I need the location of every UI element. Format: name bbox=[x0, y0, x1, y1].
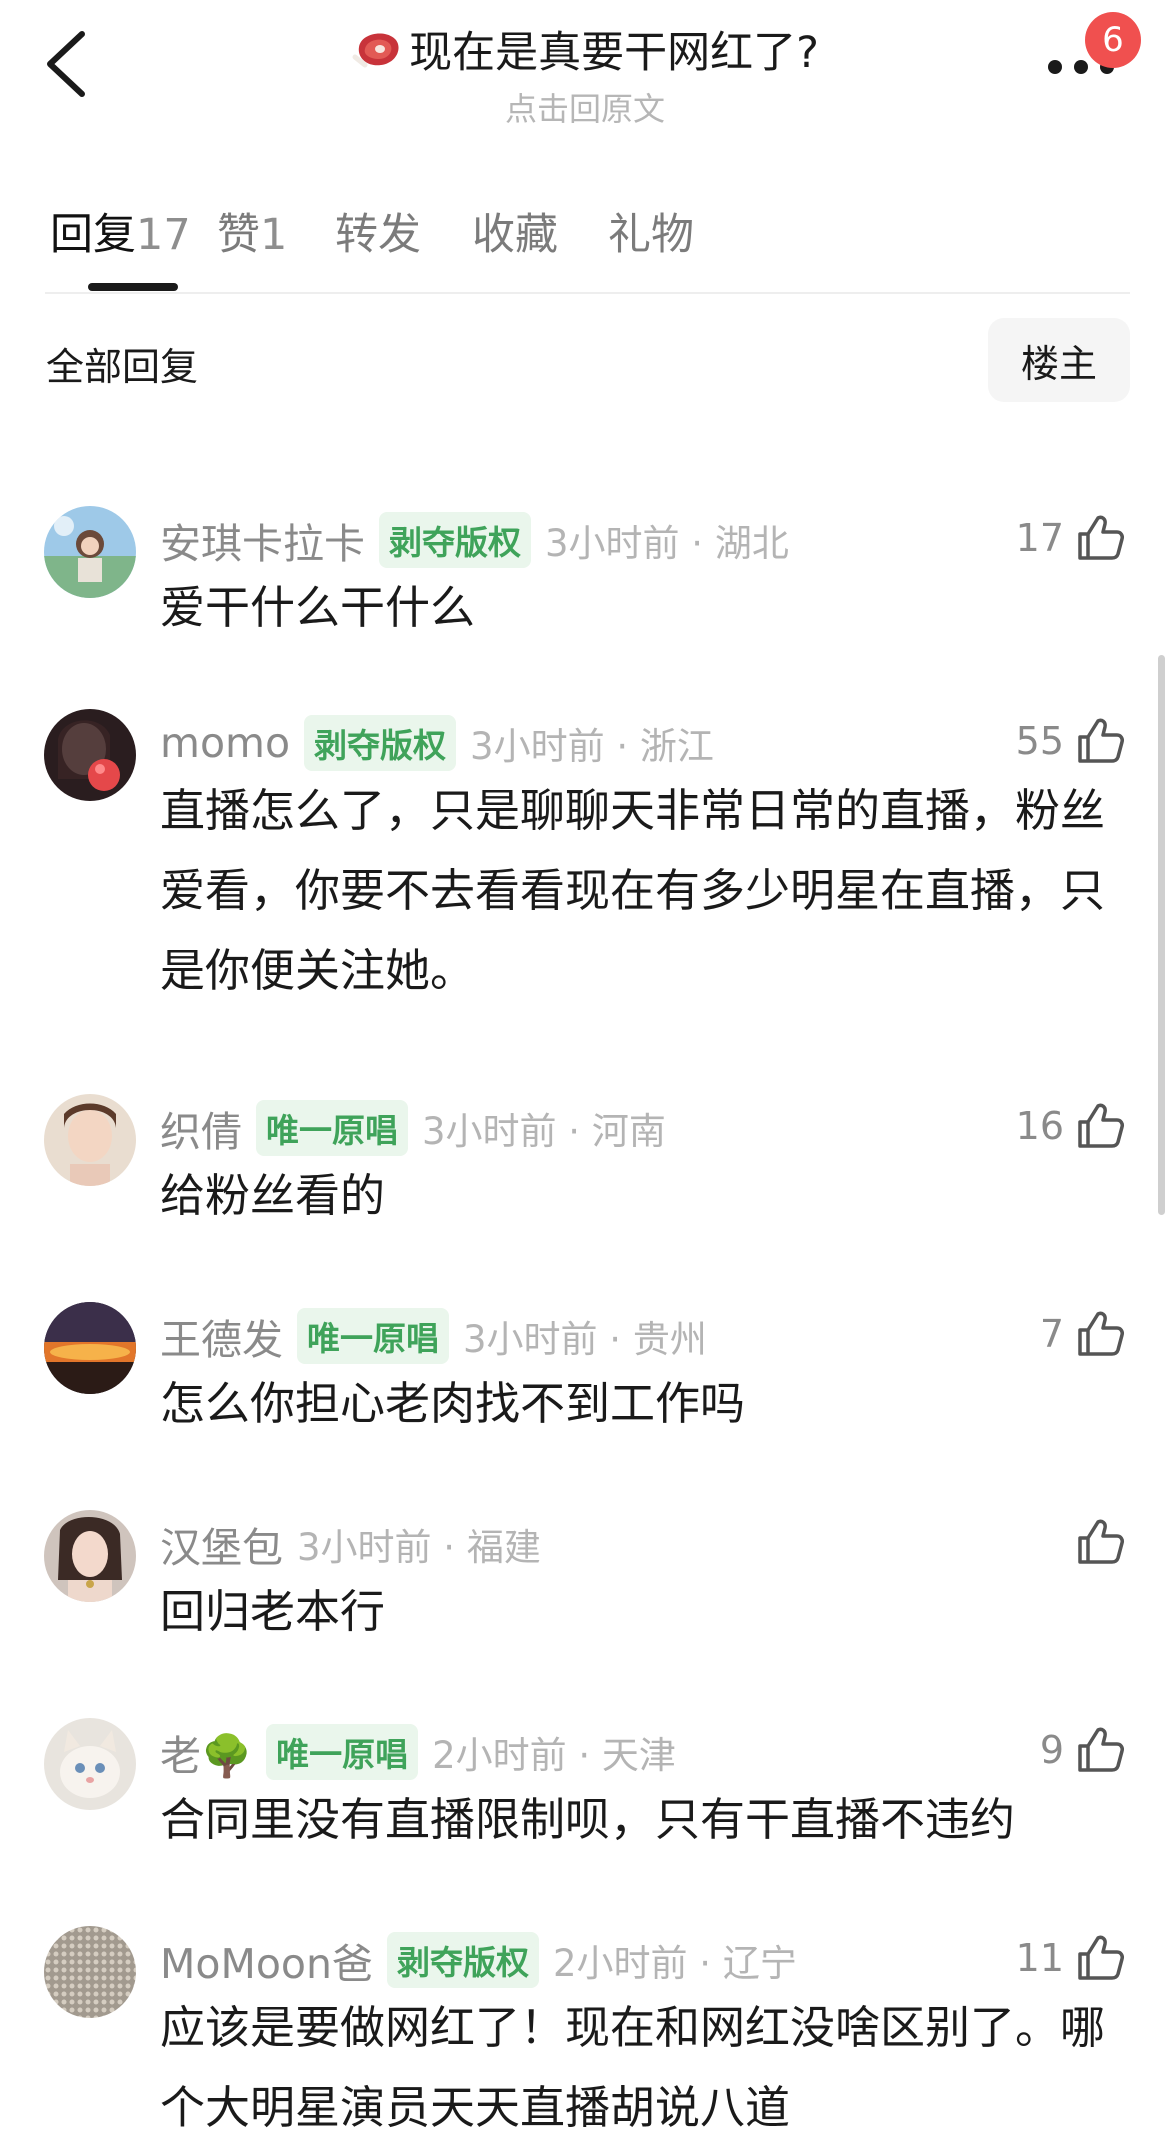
thumbs-up-icon bbox=[1078, 515, 1124, 560]
notification-badge: 6 bbox=[1085, 12, 1141, 68]
username[interactable]: 汉堡包 bbox=[160, 1514, 283, 1574]
comment-meta: 织倩 唯一原唱 3小时前 · 河南 bbox=[160, 1100, 666, 1156]
tab-divider bbox=[45, 292, 1130, 294]
comment-item[interactable]: momo 剥夺版权 3小时前 · 浙江 55 直播怎么了，只是聊聊天非常日常的直… bbox=[0, 703, 1170, 1023]
like-count: 55 bbox=[1015, 719, 1064, 763]
comment-text: 怎么你担心老肉找不到工作吗 bbox=[160, 1377, 746, 1430]
user-tag: 唯一原唱 bbox=[297, 1308, 449, 1364]
subtitle[interactable]: 点击回原文 bbox=[0, 84, 1170, 130]
avatar[interactable] bbox=[44, 1510, 136, 1602]
like-button[interactable]: 7 bbox=[1040, 1304, 1126, 1364]
user-tag: 剥夺版权 bbox=[379, 512, 531, 568]
more-dot-icon bbox=[1048, 60, 1062, 74]
more-dot-icon bbox=[1074, 60, 1088, 74]
comment-text: 直播怎么了，只是聊聊天非常日常的直播，粉丝爱看，你要不去看看现在有多少明星在直播… bbox=[160, 784, 1106, 997]
like-button[interactable]: 16 bbox=[1016, 1096, 1126, 1156]
avatar[interactable] bbox=[44, 1302, 136, 1394]
username[interactable]: MoMoon爸 bbox=[160, 1930, 373, 1990]
avatar[interactable] bbox=[44, 709, 136, 801]
timestamp-location: 2小时前 · 辽宁 bbox=[553, 1942, 797, 1985]
comment-text: 爱干什么干什么 bbox=[160, 581, 476, 634]
tab-bar: 回复17 赞1 转发 收藏 礼物 bbox=[45, 190, 1135, 290]
like-count: 9 bbox=[1039, 1728, 1064, 1772]
username[interactable]: momo bbox=[160, 719, 290, 767]
comment-text: 回归老本行 bbox=[160, 1585, 386, 1638]
tab-favorites[interactable]: 收藏 bbox=[472, 200, 558, 262]
comment-meta: 汉堡包 3小时前 · 福建 bbox=[160, 1516, 541, 1572]
meat-emoji-icon bbox=[352, 33, 399, 68]
user-tag: 唯一原唱 bbox=[256, 1100, 408, 1156]
thumbs-up-icon bbox=[1078, 1727, 1124, 1772]
comment-text: 给粉丝看的 bbox=[160, 1169, 386, 1222]
tab-gifts[interactable]: 礼物 bbox=[608, 200, 694, 262]
comment-meta: 老🌳 唯一原唱 2小时前 · 天津 bbox=[160, 1724, 676, 1780]
like-button[interactable]: 17 bbox=[1016, 508, 1126, 568]
title-text: 现在是真要干网红了? bbox=[409, 28, 819, 78]
avatar[interactable] bbox=[44, 1094, 136, 1186]
filter-label[interactable]: 全部回复 bbox=[46, 336, 198, 391]
comment-item[interactable]: 安琪卡拉卡 剥夺版权 3小时前 · 湖北 17 爱干什么干什么 bbox=[0, 500, 1170, 660]
username[interactable]: 安琪卡拉卡 bbox=[160, 510, 365, 570]
tab-likes[interactable]: 赞1 bbox=[217, 200, 287, 262]
thumbs-up-icon bbox=[1078, 1311, 1124, 1356]
thumbs-up-icon bbox=[1078, 718, 1124, 763]
avatar[interactable] bbox=[44, 506, 136, 598]
comment-item[interactable]: MoMoon爸 剥夺版权 2小时前 · 辽宁 11 应该是要做网红了！现在和网红… bbox=[0, 1920, 1170, 2140]
timestamp-location: 2小时前 · 天津 bbox=[432, 1734, 676, 1777]
title-block[interactable]: 现在是真要干网红了? 点击回原文 bbox=[0, 18, 1170, 130]
scrollbar[interactable] bbox=[1158, 655, 1165, 1215]
page-title: 现在是真要干网红了? bbox=[351, 18, 819, 80]
tab-label: 回复 bbox=[50, 210, 136, 260]
tab-label: 收藏 bbox=[472, 210, 558, 260]
timestamp-location: 3小时前 · 贵州 bbox=[463, 1318, 707, 1361]
thumbs-up-icon bbox=[1078, 1519, 1124, 1564]
like-count: 7 bbox=[1039, 1312, 1064, 1356]
comment-meta: 安琪卡拉卡 剥夺版权 3小时前 · 湖北 bbox=[160, 512, 789, 568]
timestamp-location: 3小时前 · 福建 bbox=[297, 1526, 541, 1569]
user-tag: 剥夺版权 bbox=[304, 715, 457, 771]
comment-item[interactable]: 老🌳 唯一原唱 2小时前 · 天津 9 合同里没有直播限制呗，只有干直播不违约 bbox=[0, 1712, 1170, 1872]
username[interactable]: 王德发 bbox=[160, 1306, 283, 1366]
tab-label: 赞 bbox=[217, 210, 260, 260]
username[interactable]: 织倩 bbox=[160, 1098, 242, 1158]
tab-label: 转发 bbox=[335, 210, 421, 260]
tab-count: 17 bbox=[136, 210, 191, 260]
like-count: 16 bbox=[1015, 1104, 1064, 1148]
comment-text: 应该是要做网红了！现在和网红没啥区别了。哪个大明星演员天天直播胡说八道 bbox=[160, 2001, 1106, 2134]
like-button[interactable]: 9 bbox=[1040, 1720, 1126, 1780]
thumbs-up-icon bbox=[1078, 1103, 1124, 1148]
comment-item[interactable]: 织倩 唯一原唱 3小时前 · 河南 16 给粉丝看的 bbox=[0, 1088, 1170, 1248]
comment-text: 合同里没有直播限制呗，只有干直播不违约 bbox=[160, 1793, 1016, 1846]
tab-reposts[interactable]: 转发 bbox=[335, 200, 421, 262]
comment-meta: MoMoon爸 剥夺版权 2小时前 · 辽宁 bbox=[160, 1932, 797, 1988]
comment-meta: 王德发 唯一原唱 3小时前 · 贵州 bbox=[160, 1308, 707, 1364]
active-tab-indicator bbox=[88, 283, 178, 291]
timestamp-location: 3小时前 · 湖北 bbox=[545, 522, 789, 565]
comment-item[interactable]: 汉堡包 3小时前 · 福建 回归老本行 bbox=[0, 1504, 1170, 1664]
like-button[interactable] bbox=[1074, 1512, 1126, 1572]
user-tag: 剥夺版权 bbox=[387, 1932, 539, 1988]
username[interactable]: 老🌳 bbox=[160, 1722, 252, 1782]
avatar[interactable] bbox=[44, 1718, 136, 1810]
op-only-button[interactable]: 楼主 bbox=[988, 318, 1130, 402]
header: 现在是真要干网红了? 点击回原文 6 bbox=[0, 0, 1170, 130]
like-button[interactable]: 11 bbox=[1016, 1928, 1126, 1988]
avatar[interactable] bbox=[44, 1926, 136, 2018]
timestamp-location: 3小时前 · 浙江 bbox=[470, 725, 714, 768]
like-count: 11 bbox=[1015, 1936, 1064, 1980]
comment-meta: momo 剥夺版权 3小时前 · 浙江 bbox=[160, 715, 714, 771]
timestamp-location: 3小时前 · 河南 bbox=[422, 1110, 666, 1153]
like-button[interactable]: 55 bbox=[1016, 711, 1126, 771]
tab-label: 礼物 bbox=[608, 210, 694, 260]
tab-replies[interactable]: 回复17 bbox=[50, 200, 191, 262]
comment-item[interactable]: 王德发 唯一原唱 3小时前 · 贵州 7 怎么你担心老肉找不到工作吗 bbox=[0, 1296, 1170, 1456]
thumbs-up-icon bbox=[1078, 1935, 1124, 1980]
like-count: 17 bbox=[1015, 516, 1064, 560]
tab-count: 1 bbox=[260, 210, 288, 260]
user-tag: 唯一原唱 bbox=[266, 1724, 419, 1780]
